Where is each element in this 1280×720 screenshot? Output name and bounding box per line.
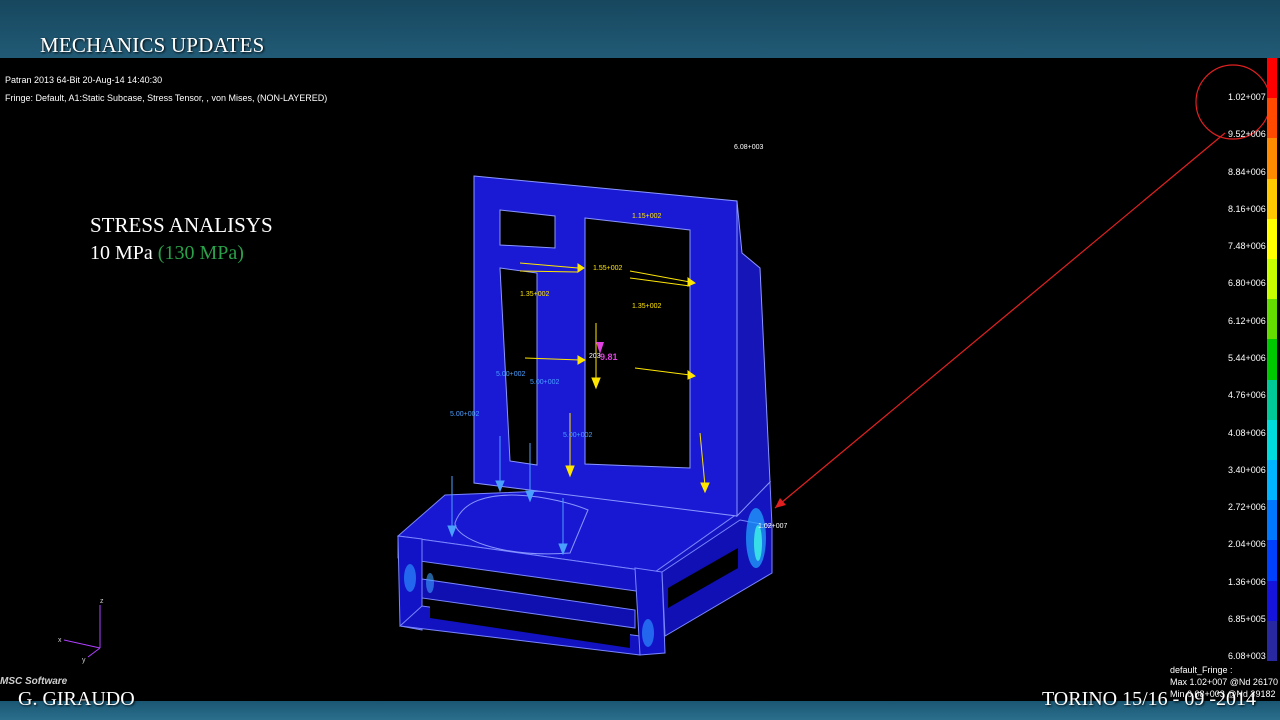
colorbar-label: 6.12+006 [1228,315,1266,326]
colorbar-segment [1267,419,1277,461]
slide-title: MECHANICS UPDATES [40,33,265,57]
colorbar-segment [1267,540,1277,582]
colorbar-label: 2.04+006 [1228,539,1266,550]
colorbar-segment [1267,339,1277,381]
annotation-load: 1.35+002 [632,303,661,310]
colorbar-segment [1267,460,1277,501]
colorbar-label: 2.72+006 [1228,502,1266,513]
colorbar-segment [1267,580,1277,622]
annotation-load: 5.00+002 [496,371,525,378]
stress-hotspot [754,525,762,561]
annotation-load: 5.00+002 [450,411,479,418]
annotation-load: 1.55+002 [593,265,622,272]
fem-model[interactable]: 6.08+003 1.02+007 1.15+002 1.35+002 1.55… [0,58,1280,701]
colorbar-segment [1267,58,1277,99]
colorbar-label: 6.80+006 [1228,278,1266,289]
colorbar-label: 6.85+005 [1228,614,1266,624]
stress-hotspot [642,619,654,647]
colorbar-segment [1267,178,1277,220]
axis-z-label: z [100,598,104,605]
colorbar-label: 7.48+006 [1228,241,1266,252]
colorbar-label: 1.02+007 [1228,92,1266,102]
fringe-title: default_Fringe : [1170,665,1233,675]
patran-viewport[interactable]: Patran 2013 64-Bit 20-Aug-14 14:40:30 Fr… [0,58,1280,701]
panel-window-small [499,209,556,249]
colorbar-segment [1267,138,1277,180]
annotation-max-pointer: 1.02+007 [758,523,787,530]
annotation-max-top: 6.08+003 [734,144,763,151]
colorbar-segment [1267,218,1277,260]
annotation-load: 5.00+002 [563,432,592,439]
colorbar-segment [1267,259,1277,300]
max-stress-circle [1195,64,1271,140]
colorbar-segment [1267,379,1277,421]
stress-hotspot [426,573,434,593]
annotation-load: 1.15+002 [632,213,661,220]
annotation-load: 1.35+002 [520,291,549,298]
colorbar-label: 9.52+006 [1228,129,1266,140]
axis-y-label: y [82,657,86,664]
msc-software-logo: MSC Software [0,676,68,687]
colorbar-label: 5.44+006 [1228,353,1266,363]
annotation-load: 5.00+002 [530,379,559,386]
stress-hotspot [404,564,416,592]
max-stress-pointer-line [774,132,1226,509]
colorbar-label: 1.36+006 [1228,576,1266,587]
back-panel-side [736,200,771,518]
axis-x-label: x [58,637,62,644]
colorbar-label: 8.84+006 [1228,166,1266,177]
colorbar-segment [1267,299,1277,340]
colorbar-label: 8.16+006 [1228,203,1266,214]
colorbar-label: 4.76+006 [1228,390,1266,401]
colorbar-segment [1267,98,1277,139]
fringe-colorbar [1267,58,1277,662]
colorbar-label: 6.08+003 [1228,651,1266,662]
fringe-max: Max 1.02+007 @Nd 26170 [1170,677,1278,687]
colorbar-label: 3.40+006 [1228,464,1266,475]
place-date: TORINO 15/16 - 09 -2014 [1041,688,1256,710]
colorbar-segment [1267,620,1277,662]
colorbar-segment [1267,500,1277,541]
axis-triad [63,605,101,658]
colorbar-label: 4.08+006 [1228,427,1266,438]
author: G. GIRAUDO [18,688,135,710]
marker-value: 9.81 [600,352,618,362]
